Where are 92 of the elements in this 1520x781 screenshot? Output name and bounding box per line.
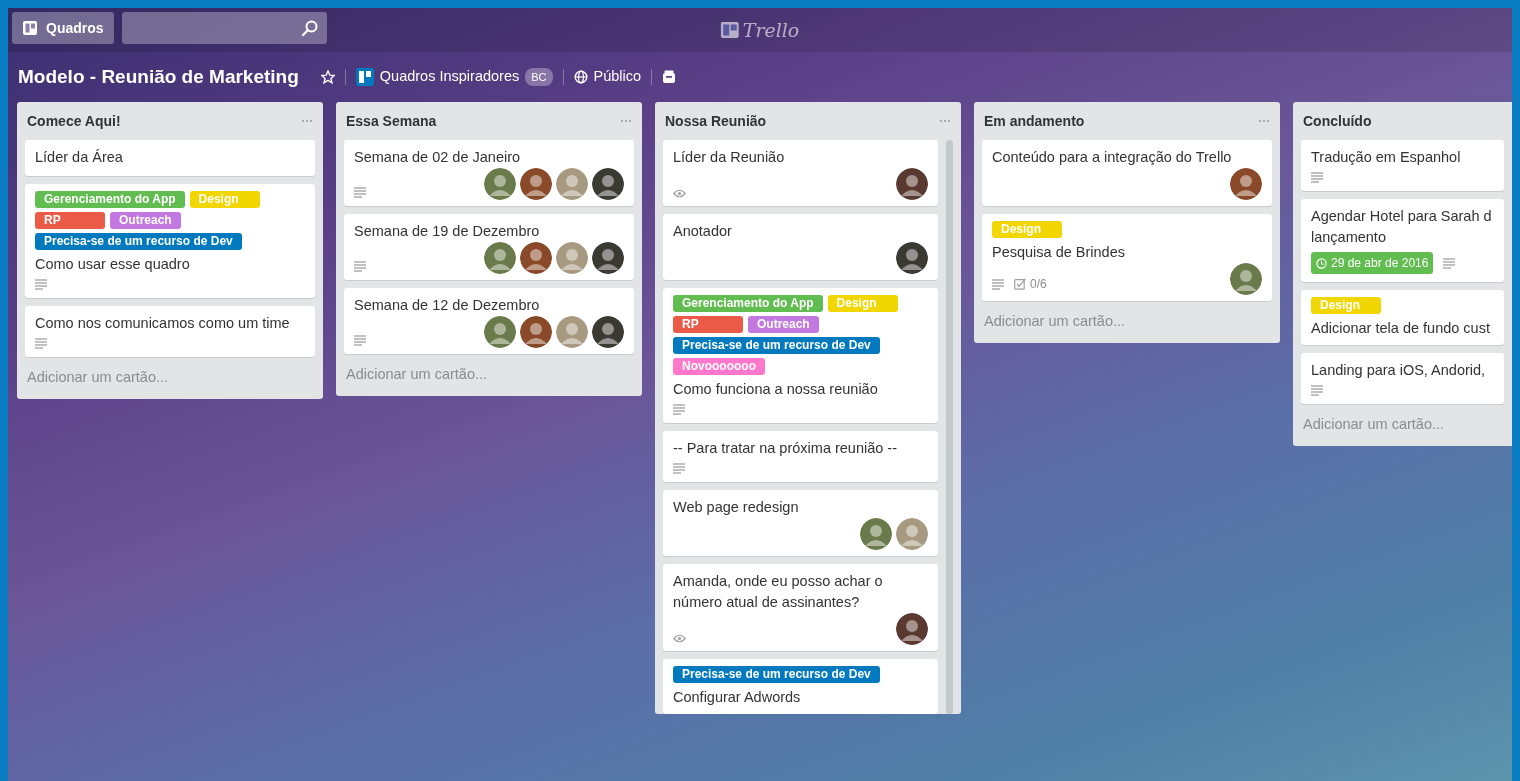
globe-icon (573, 70, 588, 84)
card-label: Outreach (748, 316, 819, 333)
card-title: Como usar esse quadro (35, 255, 191, 274)
archive-icon[interactable] (662, 70, 677, 84)
list-title[interactable]: Nossa Reunião (665, 110, 767, 132)
card[interactable]: Precisa-se de um recurso de Dev Configurar Adwords (663, 659, 938, 714)
card-title: Pesquisa de Brindes (992, 243, 1126, 262)
team-icon (355, 68, 374, 86)
description-icon (354, 335, 366, 346)
card-title: Amanda, onde eu posso achar o número atual de assinantes? (673, 572, 884, 612)
card-label: Precisa-se de um recurso de Dev (673, 666, 880, 683)
eye-icon (673, 634, 686, 643)
card-title: Semana de 12 de Dezembro (354, 296, 541, 315)
card-title: Conteúdo para a integração do Trello (992, 148, 1233, 167)
team-badge: BC (525, 67, 553, 87)
card-label: Gerenciamento do App (673, 295, 823, 312)
clock-icon (1316, 257, 1327, 269)
card[interactable]: Líder da Área (25, 140, 315, 176)
list-title[interactable]: Comece Aqui! (27, 110, 121, 132)
boards-button[interactable]: Quadros (12, 12, 114, 44)
description-icon (1311, 172, 1323, 183)
card-title: Web page redesign (673, 498, 800, 517)
description-icon (35, 279, 47, 290)
card-title: Como funciona a nossa reunião (673, 380, 879, 399)
card-title: Como nos comunicamos como um time (35, 314, 291, 333)
card-title: Configurar Adwords (673, 688, 802, 707)
card[interactable]: Landing para iOS, Andorid, (1301, 353, 1504, 404)
description-icon (35, 338, 47, 349)
card[interactable]: Gerenciamento do App Design RP Outreach Precisa-se de um recurso de Dev Novooooooo Como funciona a nossa reunião (663, 288, 938, 423)
card-title: Anotador (673, 222, 733, 241)
card[interactable]: Líder da Reunião (663, 140, 938, 206)
card-label: Novooooooo (673, 358, 765, 375)
card-label: Precisa-se de um recurso de Dev (35, 233, 242, 250)
card[interactable]: -- Para tratar na próxima reunião -- (663, 431, 938, 482)
description-icon (673, 404, 685, 415)
card-title: Agendar Hotel para Sarah d lançamento (1311, 207, 1493, 247)
description-icon (992, 278, 1004, 290)
board-icon (22, 20, 38, 36)
star-icon[interactable] (320, 70, 335, 84)
card-title: Líder da Reunião (673, 148, 786, 167)
eye-icon (673, 189, 686, 198)
search-icon (300, 19, 319, 37)
card[interactable]: Semana de 19 de Dezembro (344, 214, 634, 280)
card[interactable]: Agendar Hotel para Sarah d lançamento 29 de abr de 2016 (1301, 199, 1504, 282)
card-label: Design (992, 221, 1062, 238)
board-icon (720, 21, 740, 40)
card-label: Design (827, 295, 898, 312)
card[interactable]: Semana de 12 de Dezembro (344, 288, 634, 354)
search-field[interactable] (121, 12, 327, 44)
description-icon (354, 187, 366, 198)
card-label: RP (673, 316, 743, 333)
card-label: RP (35, 212, 105, 229)
scrollbar[interactable] (946, 140, 953, 714)
card-label: Design (1311, 297, 1381, 314)
card[interactable]: Como nos comunicamos como um time (25, 306, 315, 357)
card-title: Semana de 19 de Dezembro (354, 222, 541, 241)
checklist-count: 0/6 (1030, 276, 1047, 293)
list-title[interactable]: Concluído (1303, 110, 1372, 132)
card-label: Gerenciamento do App (35, 191, 185, 208)
more-icon[interactable] (939, 119, 951, 123)
card-title: -- Para tratar na próxima reunião -- (673, 439, 899, 458)
list-title[interactable]: Essa Semana (346, 110, 437, 132)
team-name[interactable]: Quadros Inspiradores (379, 66, 520, 88)
more-icon[interactable] (1258, 119, 1270, 123)
card-label: Precisa-se de um recurso de Dev (673, 337, 880, 354)
card[interactable]: Anotador (663, 214, 938, 280)
card-title: Tradução em Espanhol (1311, 148, 1462, 167)
card[interactable]: Conteúdo para a integração do Trello (982, 140, 1272, 206)
description-icon (1443, 257, 1456, 269)
description-icon (1311, 385, 1323, 396)
card-title: Semana de 02 de Janeiro (354, 148, 522, 167)
card-title: Adicionar tela de fundo cust (1311, 319, 1491, 338)
trello-logo[interactable]: Trello (720, 16, 800, 45)
card-title: Landing para iOS, Andorid, (1311, 361, 1487, 380)
board-title[interactable]: Modelo - Reunião de Marketing (18, 62, 299, 92)
more-icon[interactable] (301, 119, 313, 123)
card[interactable]: Design Adicionar tela de fundo cust (1301, 290, 1504, 345)
description-icon (673, 463, 685, 474)
checklist-icon (1014, 278, 1026, 290)
card[interactable]: Amanda, onde eu posso achar o número atual de assinantes? (663, 564, 938, 651)
card[interactable]: Web page redesign (663, 490, 938, 556)
more-icon[interactable] (620, 119, 632, 123)
description-icon (354, 261, 366, 272)
card[interactable]: Tradução em Espanhol (1301, 140, 1504, 191)
card[interactable]: Semana de 02 de Janeiro (344, 140, 634, 206)
card-title: Líder da Área (35, 148, 124, 167)
visibility-button[interactable]: Público (593, 66, 642, 88)
card[interactable]: Design Pesquisa de Brindes 0/6 (982, 214, 1272, 301)
card-label: Design (189, 191, 260, 208)
card[interactable]: Gerenciamento do App Design RP Outreach Precisa-se de um recurso de Dev Como usar esse quadro (25, 184, 315, 298)
list-title[interactable]: Em andamento (984, 110, 1085, 132)
card-label: Outreach (110, 212, 181, 229)
